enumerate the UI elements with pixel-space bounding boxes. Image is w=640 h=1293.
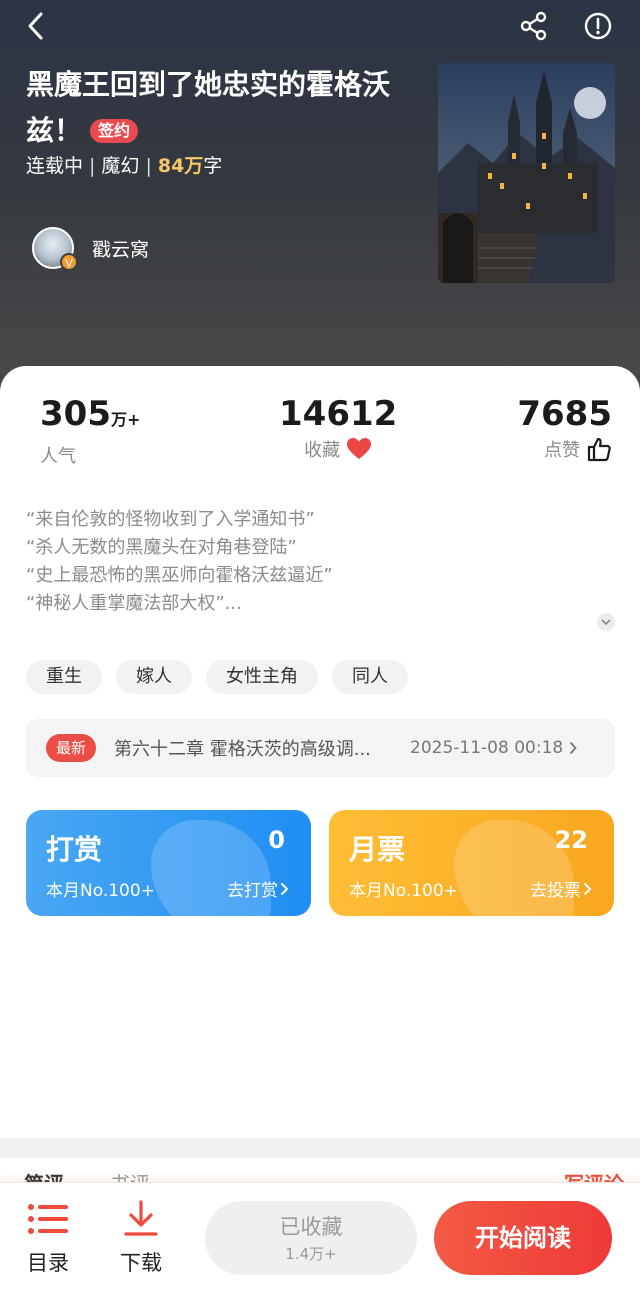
synopsis-line: “杀人无数的黑魔头在对角巷登陆” xyxy=(26,537,297,558)
word-count: 84万 xyxy=(157,155,204,177)
reward-count: 0 xyxy=(268,826,285,854)
share-button[interactable] xyxy=(514,6,554,46)
popularity-value: 305万+ xyxy=(40,394,140,440)
download-icon xyxy=(111,1197,171,1241)
chevron-right-icon xyxy=(583,882,592,896)
ticket-action[interactable]: 去投票 xyxy=(530,876,592,901)
ticket-title: 月票 xyxy=(349,833,406,866)
book-status: 连载中 xyxy=(26,155,84,177)
top-bar xyxy=(0,0,640,56)
chevron-down-icon xyxy=(601,619,611,626)
stat-likes[interactable]: 7685 点赞 xyxy=(517,394,612,462)
favorites-label: 收藏 xyxy=(304,440,341,461)
author-avatar[interactable]: V xyxy=(32,227,78,271)
monthly-ticket-card[interactable]: 月票 22 本月No.100+ 去投票 xyxy=(329,810,614,916)
alert-circle-icon xyxy=(584,12,612,40)
ticket-rank: 本月No.100+ xyxy=(349,881,458,901)
start-reading-button[interactable]: 开始阅读 xyxy=(434,1201,612,1275)
bottom-action-bar: 目录 下载 已收藏 1.4万+ 开始阅读 xyxy=(0,1182,640,1293)
favorites-label-row: 收藏 xyxy=(279,436,397,462)
tag-item[interactable]: 重生 xyxy=(26,660,102,694)
expand-synopsis-button[interactable] xyxy=(597,613,615,631)
reward-card[interactable]: 打赏 0 本月No.100+ 去打赏 xyxy=(26,810,311,916)
tag-item[interactable]: 同人 xyxy=(332,660,408,694)
author-row[interactable]: V 戳云窝 xyxy=(32,226,149,271)
likes-label: 点赞 xyxy=(544,440,580,461)
book-header: 黑魔王回到了她忠实的霍格沃兹！ 签约 连载中 | 魔幻 | 84万字 V 戳云窝 xyxy=(0,0,640,400)
chevron-left-icon xyxy=(28,12,43,40)
latest-chapter-time: 2025-11-08 00:18 xyxy=(410,738,564,758)
likes-label-row: 点赞 xyxy=(517,436,612,462)
cover-illustration xyxy=(438,63,615,283)
book-cover[interactable] xyxy=(438,63,615,283)
toc-button[interactable]: 目录 xyxy=(18,1197,78,1277)
book-title: 黑魔王回到了她忠实的霍格沃兹！ 签约 xyxy=(26,62,406,154)
popularity-label: 人气 xyxy=(40,446,76,467)
verified-badge: V xyxy=(60,253,78,271)
thumbs-up-icon[interactable] xyxy=(586,436,612,462)
book-title-text: 黑魔王回到了她忠实的霍格沃兹！ xyxy=(26,68,391,147)
tag-list: 重生 嫁人 女性主角 同人 xyxy=(26,660,408,694)
ticket-action-label: 去投票 xyxy=(530,881,581,901)
author-name[interactable]: 戳云窝 xyxy=(92,235,149,262)
stat-favorites[interactable]: 14612 收藏 xyxy=(279,394,397,462)
back-button[interactable] xyxy=(16,6,56,46)
word-unit: 字 xyxy=(203,155,223,177)
latest-chapter-title: 第六十二章 霍格沃茨的高级调... xyxy=(114,739,371,760)
collected-count: 1.4万+ xyxy=(285,1245,337,1263)
tag-item[interactable]: 嫁人 xyxy=(116,660,192,694)
meta-divider: | xyxy=(89,155,96,177)
toc-label: 目录 xyxy=(27,1251,69,1275)
synopsis-line: “来自伦敦的怪物收到了入学通知书” xyxy=(26,509,315,530)
share-icon xyxy=(520,11,547,41)
flame-decoration xyxy=(151,820,271,916)
favorites-value: 14612 xyxy=(279,394,398,434)
latest-badge: 最新 xyxy=(46,734,97,762)
ticket-count: 22 xyxy=(554,826,588,854)
download-button[interactable]: 下载 xyxy=(111,1197,171,1277)
reward-action[interactable]: 去打赏 xyxy=(227,876,289,901)
popularity-number: 305 xyxy=(40,394,111,434)
chevron-right-icon xyxy=(280,882,289,896)
reward-rank: 本月No.100+ xyxy=(46,881,155,901)
synopsis-line: “史上最恐怖的黑巫师向霍格沃兹逼近” xyxy=(26,565,333,586)
list-icon xyxy=(18,1197,78,1241)
meta-divider: | xyxy=(145,155,152,177)
tag-item[interactable]: 女性主角 xyxy=(206,660,318,694)
report-button[interactable] xyxy=(578,6,618,46)
reward-action-label: 去打赏 xyxy=(227,881,278,901)
book-synopsis[interactable]: “来自伦敦的怪物收到了入学通知书” “杀人无数的黑魔头在对角巷登陆” “史上最恐… xyxy=(26,506,586,618)
stat-popularity: 305万+ 人气 xyxy=(40,394,140,468)
popularity-unit: 万+ xyxy=(110,410,141,429)
chevron-right-icon xyxy=(570,741,577,755)
reward-title: 打赏 xyxy=(46,833,103,866)
collected-button[interactable]: 已收藏 1.4万+ xyxy=(205,1201,417,1275)
download-label: 下载 xyxy=(120,1251,162,1275)
heart-icon[interactable] xyxy=(346,437,372,461)
book-genre: 魔幻 xyxy=(101,155,140,177)
latest-chapter-row[interactable]: 最新 第六十二章 霍格沃茨的高级调... 2025-11-08 00:18 xyxy=(26,719,615,777)
book-meta: 连载中 | 魔幻 | 84万字 xyxy=(26,152,222,180)
synopsis-line: “神秘人重掌魔法部大权”... xyxy=(26,593,242,614)
collected-label: 已收藏 xyxy=(279,1215,343,1239)
likes-value: 7685 xyxy=(517,394,612,434)
section-divider xyxy=(0,1138,640,1158)
signed-badge: 签约 xyxy=(90,119,139,143)
